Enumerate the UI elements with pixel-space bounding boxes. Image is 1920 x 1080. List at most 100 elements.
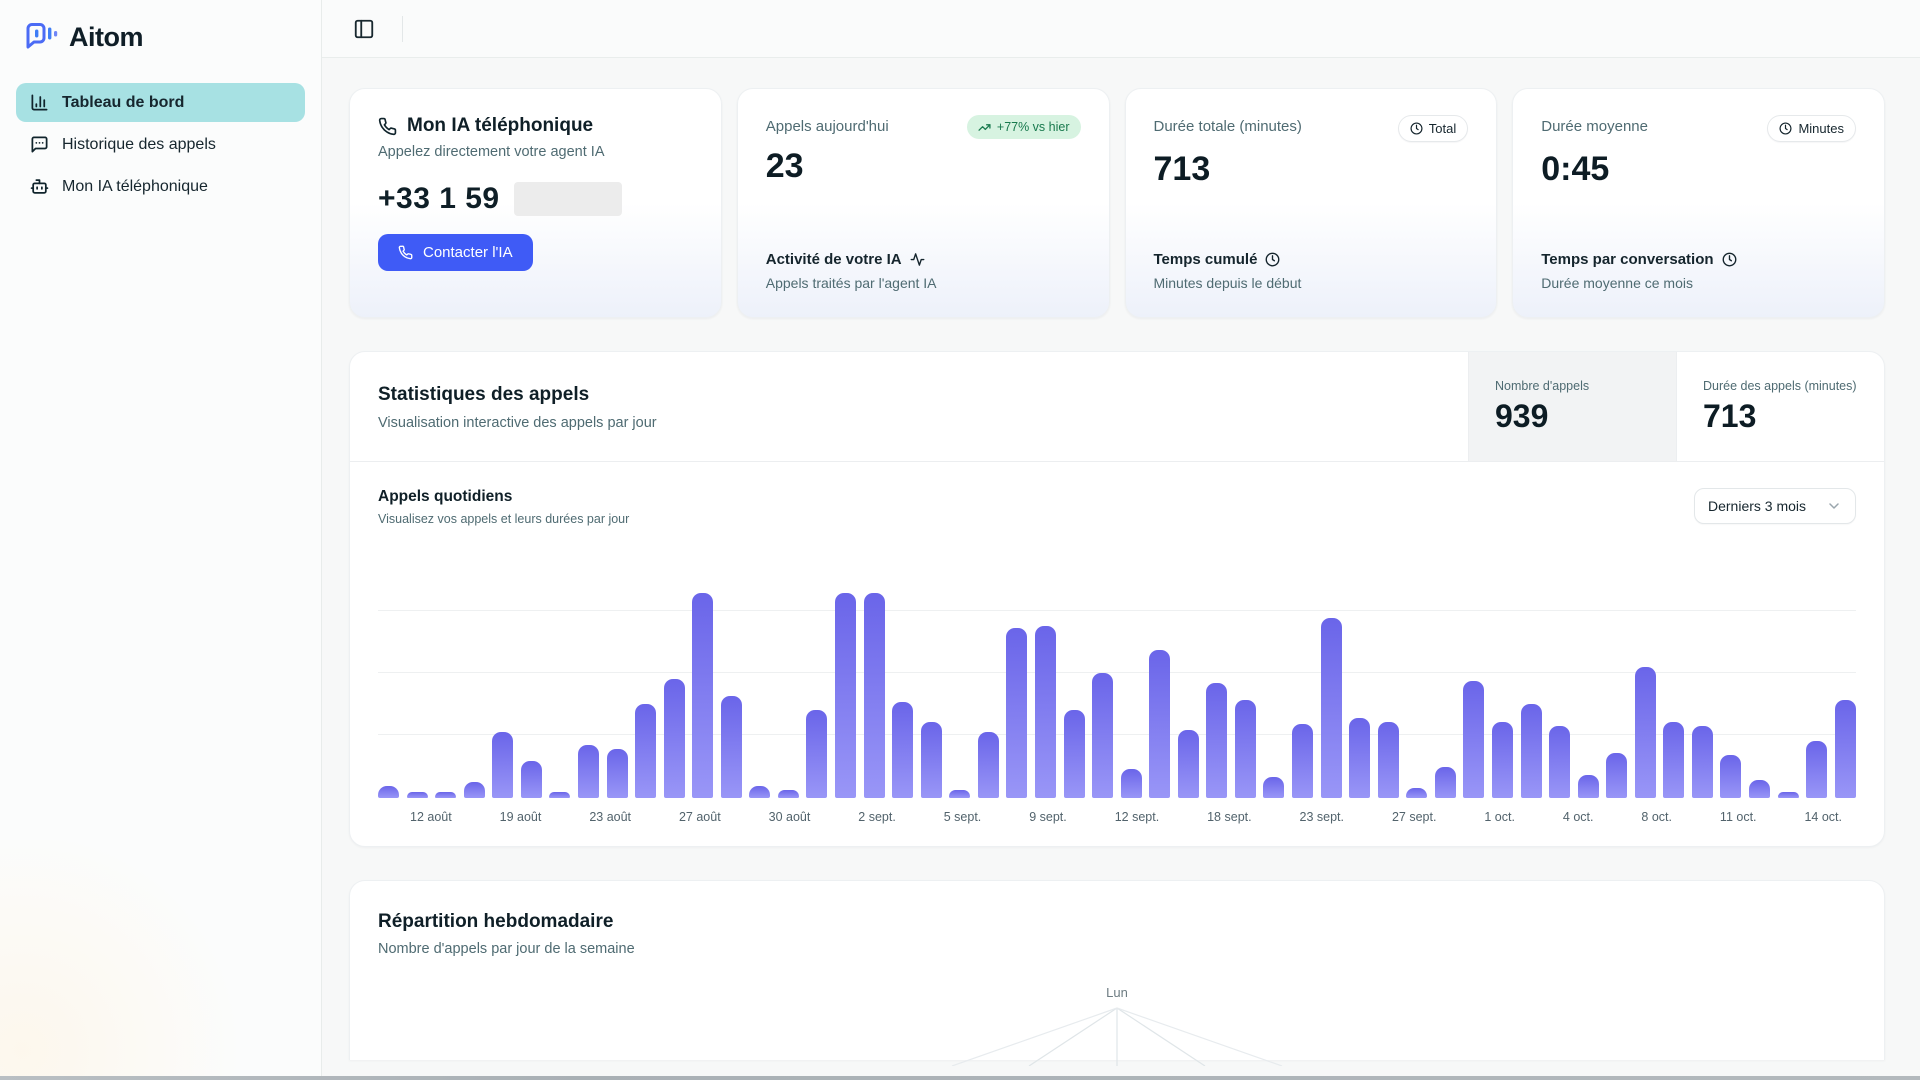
- trend-badge-label: +77% vs hier: [997, 120, 1070, 134]
- bar[interactable]: [1121, 769, 1142, 798]
- stat-card-duree-totale: Durée totale (minutes) Total 713 Temps c…: [1125, 88, 1498, 318]
- bar[interactable]: [521, 761, 542, 798]
- x-axis-labels: 12 août19 août23 août27 août30 août2 sep…: [378, 810, 1856, 824]
- bar[interactable]: [1235, 700, 1256, 798]
- bar[interactable]: [1749, 780, 1770, 798]
- stat-label: Durée moyenne: [1541, 115, 1648, 135]
- stat-value: 713: [1154, 150, 1469, 189]
- clock-icon: [1265, 252, 1280, 267]
- bar[interactable]: [1720, 755, 1741, 798]
- radar-axis-label-lun: Lun: [1106, 985, 1128, 1000]
- bar[interactable]: [407, 792, 428, 798]
- x-tick-label: 9 sept.: [1029, 810, 1067, 824]
- x-tick-label: 23 août: [589, 810, 631, 824]
- x-tick-label: 11 oct.: [1720, 810, 1757, 824]
- stat-footer-subtitle: Minutes depuis le début: [1154, 275, 1469, 291]
- bar[interactable]: [1778, 792, 1799, 798]
- total-badge: Total: [1398, 115, 1468, 142]
- radar-chart: Lun: [378, 985, 1856, 1066]
- bar[interactable]: [378, 786, 399, 798]
- bar[interactable]: [1035, 626, 1056, 798]
- x-tick-label: 30 août: [769, 810, 811, 824]
- bar[interactable]: [721, 696, 742, 798]
- bar[interactable]: [835, 593, 856, 798]
- metric-tab-nombre-appels[interactable]: Nombre d'appels 939: [1468, 352, 1676, 461]
- x-tick-label: 18 sept.: [1207, 810, 1251, 824]
- contact-ai-button[interactable]: Contacter l'IA: [378, 234, 533, 271]
- sidebar-item-mon-ia-telephonique[interactable]: Mon IA téléphonique: [16, 167, 305, 206]
- bar[interactable]: [435, 792, 456, 798]
- bar[interactable]: [1378, 722, 1399, 798]
- metric-label: Durée des appels (minutes): [1703, 378, 1858, 394]
- metric-value: 713: [1703, 398, 1858, 435]
- statistics-panel: Statistiques des appels Visualisation in…: [349, 351, 1885, 847]
- x-tick-label: 12 sept.: [1115, 810, 1159, 824]
- bar[interactable]: [635, 704, 656, 798]
- window-bottom-edge: [0, 1076, 1920, 1080]
- trend-badge: +77% vs hier: [967, 115, 1081, 139]
- sidebar-item-label: Mon IA téléphonique: [62, 178, 208, 196]
- bar[interactable]: [1806, 741, 1827, 798]
- metric-value: 939: [1495, 398, 1650, 435]
- x-tick-label: 14 oct.: [1804, 810, 1842, 824]
- bar[interactable]: [1606, 753, 1627, 798]
- bar[interactable]: [1321, 618, 1342, 798]
- bar[interactable]: [1521, 704, 1542, 798]
- bar[interactable]: [806, 710, 827, 798]
- bar[interactable]: [1263, 777, 1284, 798]
- metric-tab-duree-appels[interactable]: Durée des appels (minutes) 713: [1676, 352, 1884, 461]
- bar[interactable]: [1064, 710, 1085, 798]
- bar[interactable]: [1463, 681, 1484, 798]
- bar[interactable]: [949, 790, 970, 798]
- bar[interactable]: [1635, 667, 1656, 798]
- sidebar-toggle-icon[interactable]: [348, 13, 380, 45]
- stat-footer-title: Activité de votre IA: [766, 251, 902, 268]
- redacted-phone-digits: [514, 182, 622, 216]
- bar[interactable]: [578, 745, 599, 798]
- bar[interactable]: [1206, 683, 1227, 798]
- statistics-subtitle: Visualisation interactive des appels par…: [378, 415, 1440, 431]
- bar[interactable]: [1092, 673, 1113, 798]
- bar[interactable]: [892, 702, 913, 798]
- stat-card-duree-moyenne: Durée moyenne Minutes 0:45 Temps par con…: [1512, 88, 1885, 318]
- phone-agent-card: Mon IA téléphonique Appelez directement …: [349, 88, 722, 318]
- bar[interactable]: [492, 732, 513, 798]
- bar[interactable]: [664, 679, 685, 798]
- sidebar-item-label: Tableau de bord: [62, 94, 184, 112]
- main-area: Mon IA téléphonique Appelez directement …: [322, 0, 1920, 1080]
- brand-logo: Aitom: [16, 22, 305, 53]
- sidebar-item-tableau-de-bord[interactable]: Tableau de bord: [16, 83, 305, 122]
- stat-value: 0:45: [1541, 150, 1856, 189]
- bar[interactable]: [1006, 628, 1027, 798]
- bar[interactable]: [1406, 788, 1427, 798]
- summary-cards-row: Mon IA téléphonique Appelez directement …: [349, 88, 1885, 318]
- bar[interactable]: [1292, 724, 1313, 798]
- date-range-select[interactable]: Derniers 3 mois: [1694, 488, 1856, 524]
- bar[interactable]: [1549, 726, 1570, 798]
- bar[interactable]: [1349, 718, 1370, 798]
- bar[interactable]: [1178, 730, 1199, 798]
- minutes-badge: Minutes: [1767, 115, 1856, 142]
- trending-up-icon: [978, 121, 991, 134]
- bar[interactable]: [1492, 722, 1513, 798]
- bar[interactable]: [607, 749, 628, 798]
- bar[interactable]: [1663, 722, 1684, 798]
- bar[interactable]: [692, 593, 713, 798]
- sidebar-item-historique-des-appels[interactable]: Historique des appels: [16, 125, 305, 164]
- bar[interactable]: [778, 790, 799, 798]
- bar[interactable]: [1149, 650, 1170, 798]
- bar[interactable]: [1578, 775, 1599, 798]
- activity-icon: [910, 252, 925, 267]
- bar[interactable]: [749, 786, 770, 798]
- bar[interactable]: [464, 782, 485, 798]
- bar[interactable]: [921, 722, 942, 798]
- bar[interactable]: [1835, 700, 1856, 798]
- bar[interactable]: [549, 792, 570, 798]
- bar[interactable]: [978, 732, 999, 798]
- bar[interactable]: [1692, 726, 1713, 798]
- statistics-header: Statistiques des appels Visualisation in…: [350, 352, 1884, 462]
- brand-name: Aitom: [69, 22, 143, 53]
- bar[interactable]: [864, 593, 885, 798]
- dashboard-content: Mon IA téléphonique Appelez directement …: [322, 58, 1920, 1080]
- bar[interactable]: [1435, 767, 1456, 798]
